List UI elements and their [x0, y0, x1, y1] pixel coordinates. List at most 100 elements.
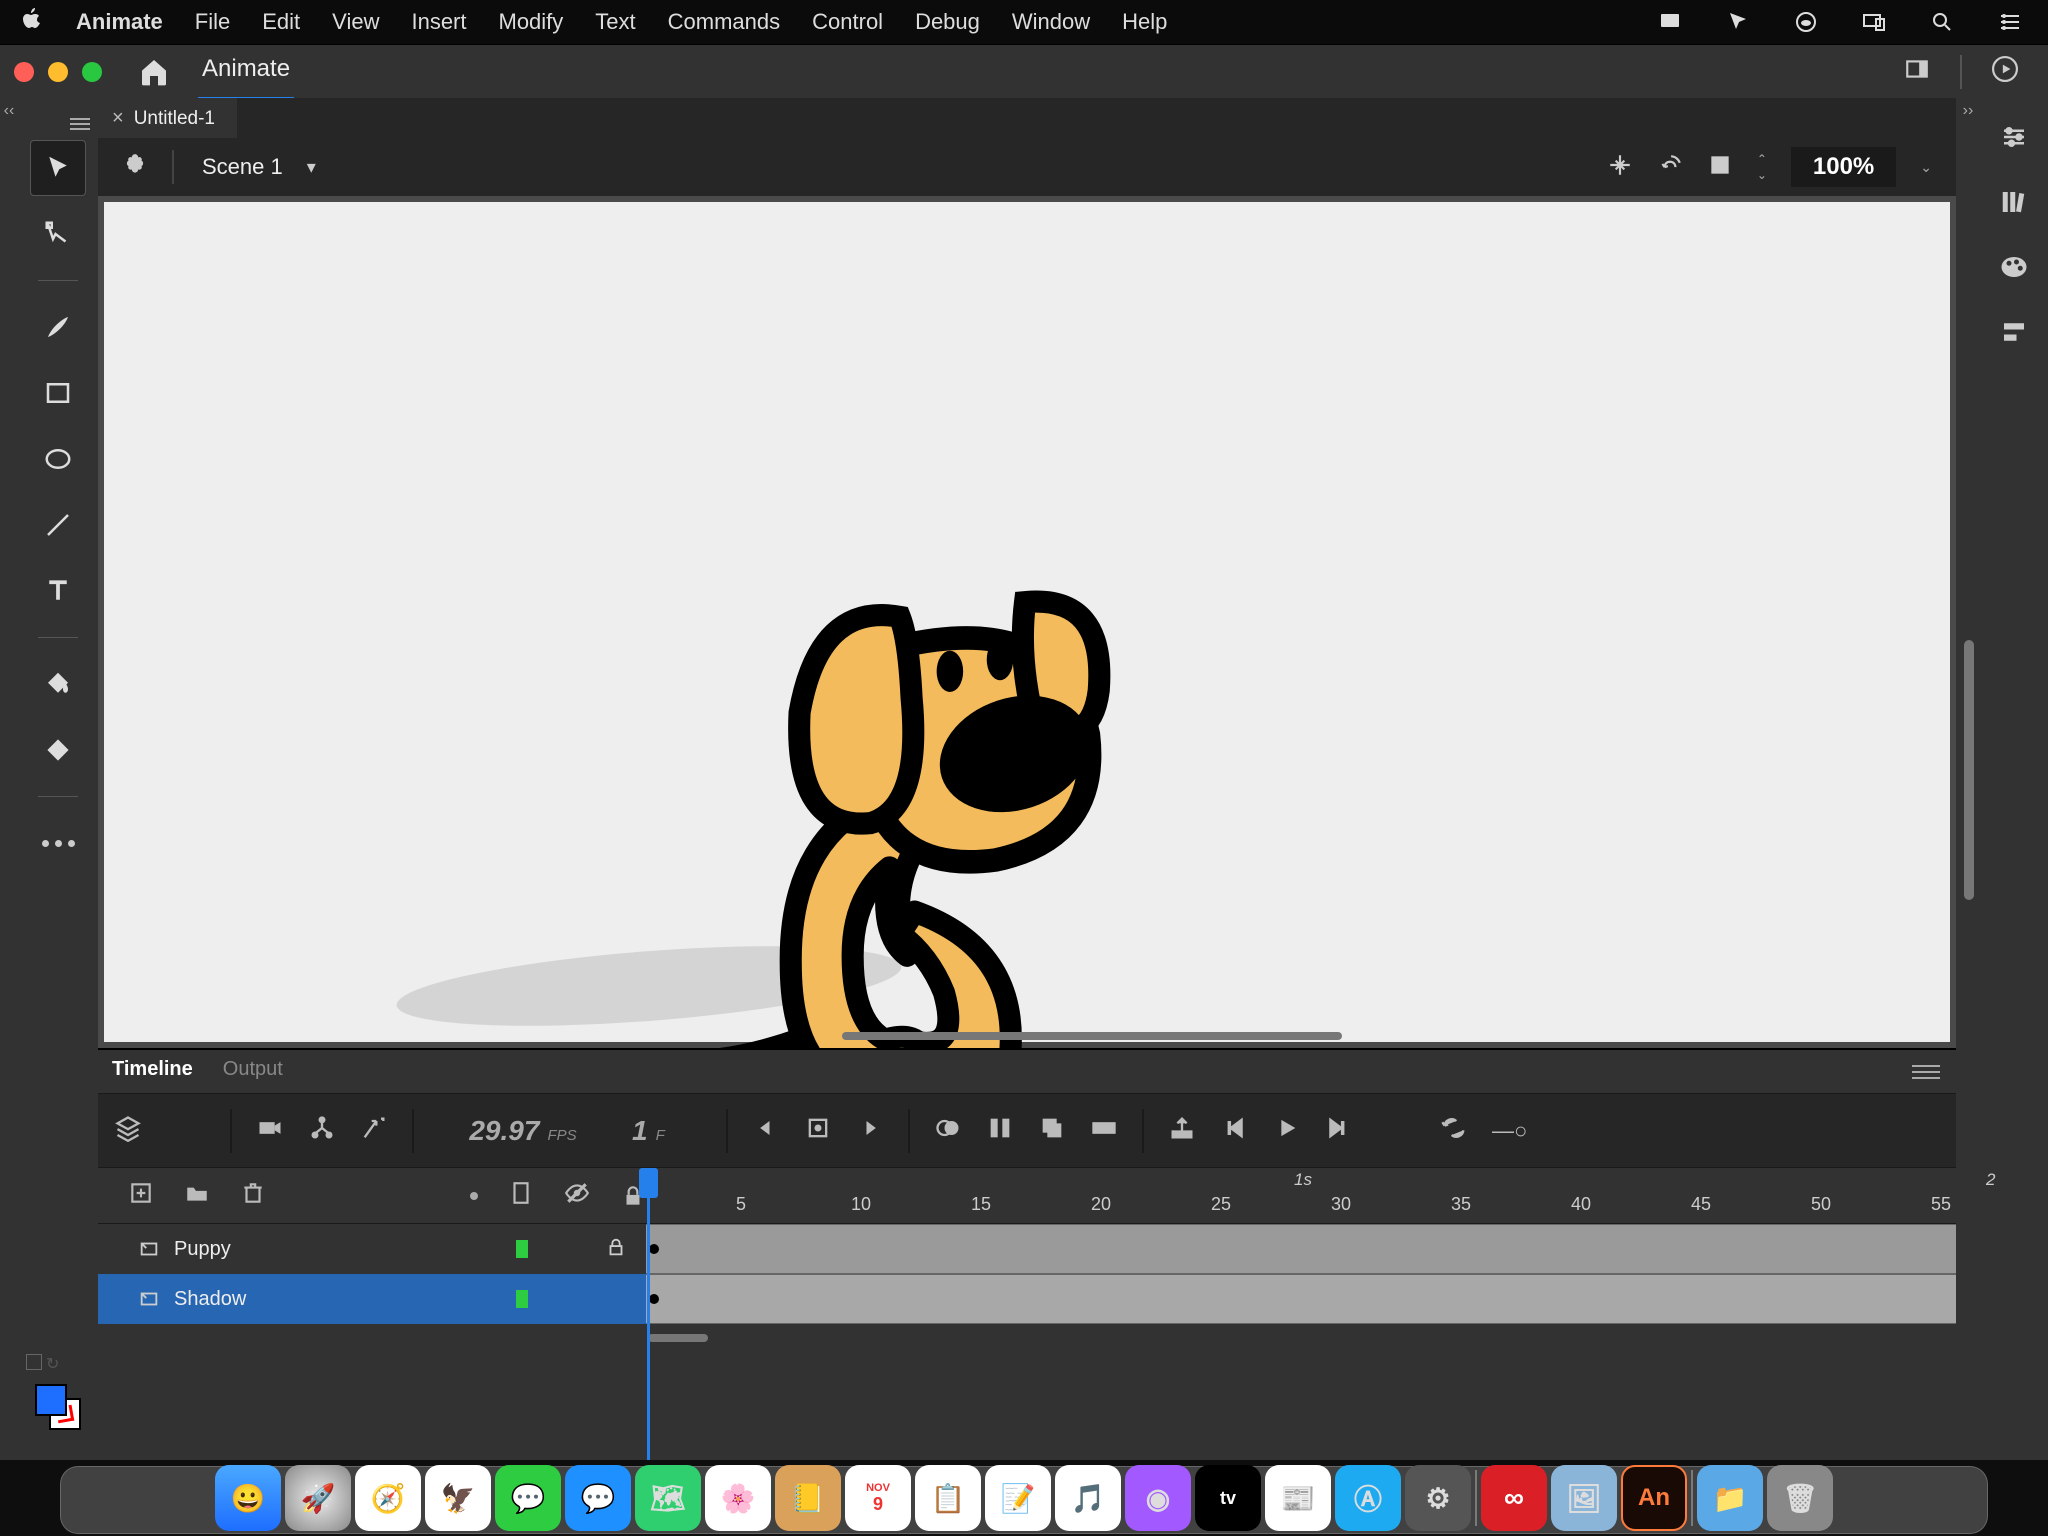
layer-row-puppy[interactable]: Puppy [98, 1224, 1956, 1274]
dock-photos[interactable]: 🌸 [705, 1465, 771, 1531]
rectangle-tool[interactable] [30, 365, 86, 421]
marker-icon[interactable] [1038, 1114, 1066, 1147]
left-gutter[interactable]: ‹‹ [0, 98, 18, 1460]
playhead[interactable] [647, 1168, 650, 1460]
dock-creative-cloud[interactable]: ∞ [1481, 1465, 1547, 1531]
fps-value[interactable]: 29.97 [469, 1115, 539, 1147]
onion-skin-icon[interactable] [934, 1114, 962, 1147]
menu-help[interactable]: Help [1122, 9, 1167, 35]
stage[interactable] [104, 202, 1950, 1042]
loop-icon[interactable] [1440, 1114, 1468, 1147]
menu-modify[interactable]: Modify [499, 9, 564, 35]
dock-messages2[interactable]: 💬 [565, 1465, 631, 1531]
layers-icon[interactable] [114, 1114, 142, 1147]
menu-file[interactable]: File [195, 9, 230, 35]
home-icon[interactable] [138, 56, 170, 88]
library-icon[interactable] [1999, 187, 2029, 222]
visibility-column-icon[interactable] [564, 1180, 590, 1211]
play-icon[interactable] [1992, 56, 2018, 87]
menu-insert[interactable]: Insert [411, 9, 466, 35]
insert-keyframe-next-icon[interactable] [856, 1114, 884, 1147]
dock-reminders[interactable]: 📋 [915, 1465, 981, 1531]
screen-mirror-icon[interactable] [1856, 10, 1892, 34]
menu-debug[interactable]: Debug [915, 9, 980, 35]
highlight-column-icon[interactable] [470, 1192, 478, 1200]
cc-cloud-icon[interactable] [1788, 10, 1824, 34]
more-tools[interactable] [30, 815, 86, 871]
edit-multiple-icon[interactable] [986, 1114, 1014, 1147]
text-tool[interactable] [30, 563, 86, 619]
panel-menu-icon[interactable] [70, 118, 90, 130]
line-tool[interactable] [30, 497, 86, 553]
zoom-level[interactable]: 100% [1791, 147, 1896, 187]
dock-launchpad[interactable]: 🚀 [285, 1465, 351, 1531]
timeline-scrollbar[interactable] [648, 1334, 708, 1342]
dock-animate[interactable]: An [1621, 1465, 1687, 1531]
menu-text[interactable]: Text [595, 9, 635, 35]
step-forward-icon[interactable] [1324, 1114, 1352, 1147]
dock-calendar[interactable]: NOV9 [845, 1465, 911, 1531]
color-icon[interactable] [1999, 252, 2029, 287]
zoom-in-icon[interactable]: ⌃ [1757, 152, 1767, 166]
apple-icon[interactable] [20, 7, 44, 37]
right-scrollbar[interactable] [1964, 640, 1974, 900]
visibility-indicator[interactable] [516, 1240, 528, 1258]
puppy-artwork[interactable] [644, 580, 1244, 1048]
eraser-tool[interactable] [30, 722, 86, 778]
dock-preview[interactable]: 🖼 [1551, 1465, 1617, 1531]
menu-window[interactable]: Window [1012, 9, 1090, 35]
dock-mail[interactable]: 🦅 [425, 1465, 491, 1531]
layer-track[interactable] [646, 1274, 1956, 1324]
app-name[interactable]: Animate [76, 9, 163, 35]
frame-ruler[interactable]: 1s 2 5 10 15 20 25 30 35 40 45 50 55 [646, 1168, 1956, 1223]
menu-edit[interactable]: Edit [262, 9, 300, 35]
timeline-menu-icon[interactable] [1912, 1065, 1940, 1079]
insert-keyframe-icon[interactable] [804, 1114, 832, 1147]
keyframe-icon[interactable] [649, 1294, 659, 1304]
dock-messages[interactable]: 💬 [495, 1465, 561, 1531]
new-layer-icon[interactable] [128, 1180, 154, 1211]
center-stage-icon[interactable] [1607, 152, 1633, 183]
menu-commands[interactable]: Commands [668, 9, 780, 35]
dock-safari[interactable]: 🧭 [355, 1465, 421, 1531]
properties-icon[interactable] [1999, 122, 2029, 157]
menu-view[interactable]: View [332, 9, 379, 35]
tab-timeline[interactable]: Timeline [112, 1058, 193, 1085]
layer-row-shadow[interactable]: Shadow [98, 1274, 1956, 1324]
span-icon[interactable] [1090, 1114, 1118, 1147]
snap-icon[interactable] [26, 1354, 42, 1370]
layer-depth-icon[interactable] [360, 1114, 388, 1147]
scene-nav-icon[interactable] [122, 152, 148, 183]
insert-keyframe-prev-icon[interactable] [752, 1114, 780, 1147]
zoom-out-icon[interactable]: ⌄ [1757, 168, 1767, 182]
layer-name[interactable]: Shadow [174, 1288, 502, 1311]
close-window[interactable] [14, 62, 34, 82]
workspace-layout-icon[interactable] [1904, 56, 1930, 87]
layer-track[interactable] [646, 1224, 1956, 1274]
dock-finder[interactable]: 😀 [215, 1465, 281, 1531]
dock-music[interactable]: 🎵 [1055, 1465, 1121, 1531]
lock-icon[interactable] [605, 1236, 627, 1258]
close-tab-icon[interactable]: × [112, 107, 124, 130]
swap-icon[interactable]: ↻ [46, 1354, 62, 1370]
spotlight-icon[interactable] [1924, 10, 1960, 34]
display-icon[interactable] [1652, 10, 1688, 34]
zoom-dropdown-icon[interactable]: ⌄ [1920, 159, 1932, 176]
scene-dropdown-icon[interactable]: ▾ [307, 157, 316, 178]
minimize-window[interactable] [48, 62, 68, 82]
selection-tool[interactable] [30, 140, 86, 196]
layer-parenting-icon[interactable] [308, 1114, 336, 1147]
dock-podcasts[interactable]: ◉ [1125, 1465, 1191, 1531]
camera-icon[interactable] [256, 1114, 284, 1147]
range-icon[interactable]: —○ [1492, 1118, 1527, 1144]
scene-label[interactable]: Scene 1 [202, 154, 283, 180]
keyframe-icon[interactable] [649, 1244, 659, 1254]
tab-output[interactable]: Output [223, 1058, 283, 1085]
menu-control[interactable]: Control [812, 9, 883, 35]
outline-column-icon[interactable] [508, 1180, 534, 1211]
zoom-window[interactable] [82, 62, 102, 82]
delete-layer-icon[interactable] [240, 1180, 266, 1211]
play-button-icon[interactable] [1272, 1114, 1300, 1147]
clip-stage-icon[interactable] [1707, 152, 1733, 183]
paint-bucket-tool[interactable] [30, 656, 86, 712]
